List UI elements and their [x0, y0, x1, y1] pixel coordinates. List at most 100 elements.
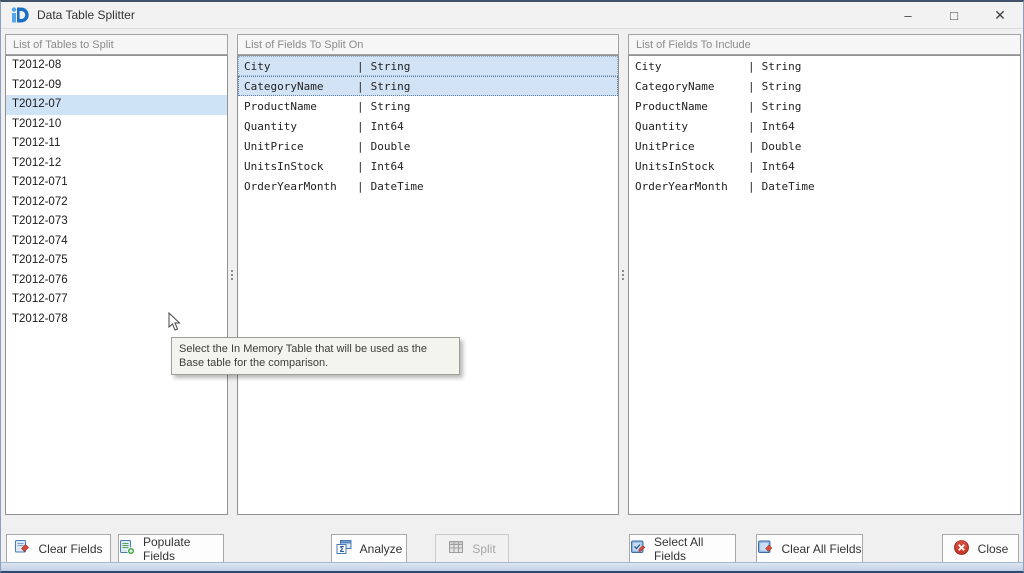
tables-listbox[interactable]: T2012-08 T2012-09 T2012-07 T2012-10 T201…: [5, 55, 228, 515]
clear-all-fields-icon: [757, 539, 773, 558]
table-list-item[interactable]: T2012-075: [6, 251, 227, 271]
field-separator: |: [357, 180, 364, 193]
field-type: String: [762, 80, 802, 93]
window-controls: – □ ✕: [885, 2, 1023, 29]
field-type: Int64: [371, 160, 404, 173]
field-separator: |: [748, 60, 755, 73]
field-separator: |: [357, 140, 364, 153]
split-icon: [448, 539, 464, 558]
field-list-item[interactable]: UnitsInStock| Int64: [238, 156, 618, 176]
split-fields-panel-header: List of Fields To Split On: [237, 34, 619, 55]
mouse-cursor-icon: [168, 312, 182, 332]
table-list-item[interactable]: T2012-077: [6, 290, 227, 310]
field-separator: |: [357, 120, 364, 133]
close-button[interactable]: Close: [942, 534, 1019, 563]
field-type: String: [762, 100, 802, 113]
table-list-item[interactable]: T2012-074: [6, 232, 227, 252]
table-list-item[interactable]: T2012-08: [6, 56, 227, 76]
clear-fields-icon: [14, 539, 30, 558]
populate-fields-icon: [119, 539, 135, 558]
clear-all-fields-label: Clear All Fields: [781, 542, 861, 556]
minimize-button[interactable]: –: [885, 2, 931, 29]
select-all-fields-button[interactable]: Select All Fields: [629, 534, 736, 563]
field-separator: |: [748, 140, 755, 153]
field-list-item[interactable]: OrderYearMonth| DateTime: [629, 176, 1020, 196]
populate-fields-label: Populate Fields: [143, 535, 223, 563]
field-list-item[interactable]: Quantity|Int64: [629, 116, 1020, 136]
field-name: OrderYearMonth: [635, 180, 748, 193]
split-label: Split: [472, 542, 495, 556]
table-list-item[interactable]: T2012-11: [6, 134, 227, 154]
table-list-item[interactable]: T2012-09: [6, 76, 227, 96]
titlebar: Data Table Splitter – □ ✕: [1, 2, 1023, 29]
splitter-grip-icon: [231, 270, 233, 272]
clear-all-fields-button[interactable]: Clear All Fields: [756, 534, 863, 563]
analyze-button[interactable]: Σ Analyze: [331, 534, 407, 563]
field-type: String: [371, 80, 411, 93]
field-type: Double: [762, 140, 802, 153]
select-all-fields-label: Select All Fields: [654, 535, 735, 563]
field-name: CategoryName: [635, 80, 748, 93]
field-name: UnitsInStock: [244, 160, 357, 173]
clear-fields-button[interactable]: Clear Fields: [6, 534, 111, 563]
field-separator: |: [357, 60, 364, 73]
field-list-item[interactable]: UnitPrice|Double: [238, 136, 618, 156]
field-list-item[interactable]: OrderYearMonth| DateTime: [238, 176, 618, 196]
field-list-item[interactable]: UnitsInStock|Int64: [629, 156, 1020, 176]
close-window-button[interactable]: ✕: [977, 2, 1023, 29]
analyze-label: Analyze: [360, 542, 403, 556]
populate-fields-button[interactable]: Populate Fields: [118, 534, 224, 563]
main-content: List of Tables to Split T2012-08 T2012-0…: [1, 30, 1023, 562]
field-list-item[interactable]: Quantity|Int64: [238, 116, 618, 136]
field-name: Quantity: [244, 120, 357, 133]
field-list-item[interactable]: CategoryName| String: [629, 76, 1020, 96]
field-type: Double: [371, 140, 411, 153]
field-separator: |: [748, 180, 755, 193]
field-separator: |: [357, 160, 364, 173]
analyze-icon: Σ: [336, 539, 352, 558]
panel-splitter[interactable]: [228, 34, 237, 515]
field-list-item-selected[interactable]: City|String: [238, 56, 618, 76]
field-name: ProductName: [635, 100, 748, 113]
svg-text:Σ: Σ: [339, 545, 344, 554]
field-separator: |: [748, 120, 755, 133]
table-list-item[interactable]: T2012-071: [6, 173, 227, 193]
window-title: Data Table Splitter: [37, 8, 135, 22]
field-name: Quantity: [635, 120, 748, 133]
table-list-item[interactable]: T2012-076: [6, 271, 227, 291]
close-icon: [953, 539, 970, 559]
include-fields-listbox[interactable]: City|String CategoryName|String ProductN…: [628, 55, 1021, 515]
table-list-item[interactable]: T2012-073: [6, 212, 227, 232]
field-type: DateTime: [762, 180, 815, 193]
tables-panel: List of Tables to Split T2012-08 T2012-0…: [5, 34, 228, 515]
split-fields-listbox[interactable]: City|String CategoryName|String ProductN…: [237, 55, 619, 515]
field-type: DateTime: [371, 180, 424, 193]
field-list-item[interactable]: ProductName|String: [238, 96, 618, 116]
field-type: String: [371, 60, 411, 73]
field-separator: |: [357, 80, 364, 93]
split-button[interactable]: Split: [435, 534, 509, 563]
field-list-item[interactable]: ProductName|String: [629, 96, 1020, 116]
table-list-item[interactable]: T2012-072: [6, 193, 227, 213]
field-name: UnitPrice: [635, 140, 748, 153]
tables-panel-header: List of Tables to Split: [5, 34, 228, 55]
table-list-item[interactable]: T2012-12: [6, 154, 227, 174]
split-fields-panel: List of Fields To Split On City|String C…: [237, 34, 619, 515]
field-list-item[interactable]: UnitPrice| Double: [629, 136, 1020, 156]
panel-splitter[interactable]: [619, 34, 628, 515]
field-name: ProductName: [244, 100, 357, 113]
table-list-item[interactable]: T2012-10: [6, 115, 227, 135]
clear-fields-label: Clear Fields: [38, 542, 102, 556]
field-type: String: [371, 100, 411, 113]
field-name: OrderYearMonth: [244, 180, 357, 193]
field-list-item[interactable]: City|String: [629, 56, 1020, 76]
field-separator: |: [748, 80, 755, 93]
maximize-button[interactable]: □: [931, 2, 977, 29]
field-name: CategoryName: [244, 80, 357, 93]
tooltip: Select the In Memory Table that will be …: [171, 337, 460, 375]
field-name: City: [635, 60, 748, 73]
table-list-item[interactable]: T2012-078: [6, 310, 227, 330]
table-list-item-selected[interactable]: T2012-07: [6, 95, 227, 115]
data-table-splitter-window: Data Table Splitter – □ ✕ List of Tables…: [0, 0, 1024, 573]
field-list-item-selected[interactable]: CategoryName| String: [238, 76, 618, 96]
